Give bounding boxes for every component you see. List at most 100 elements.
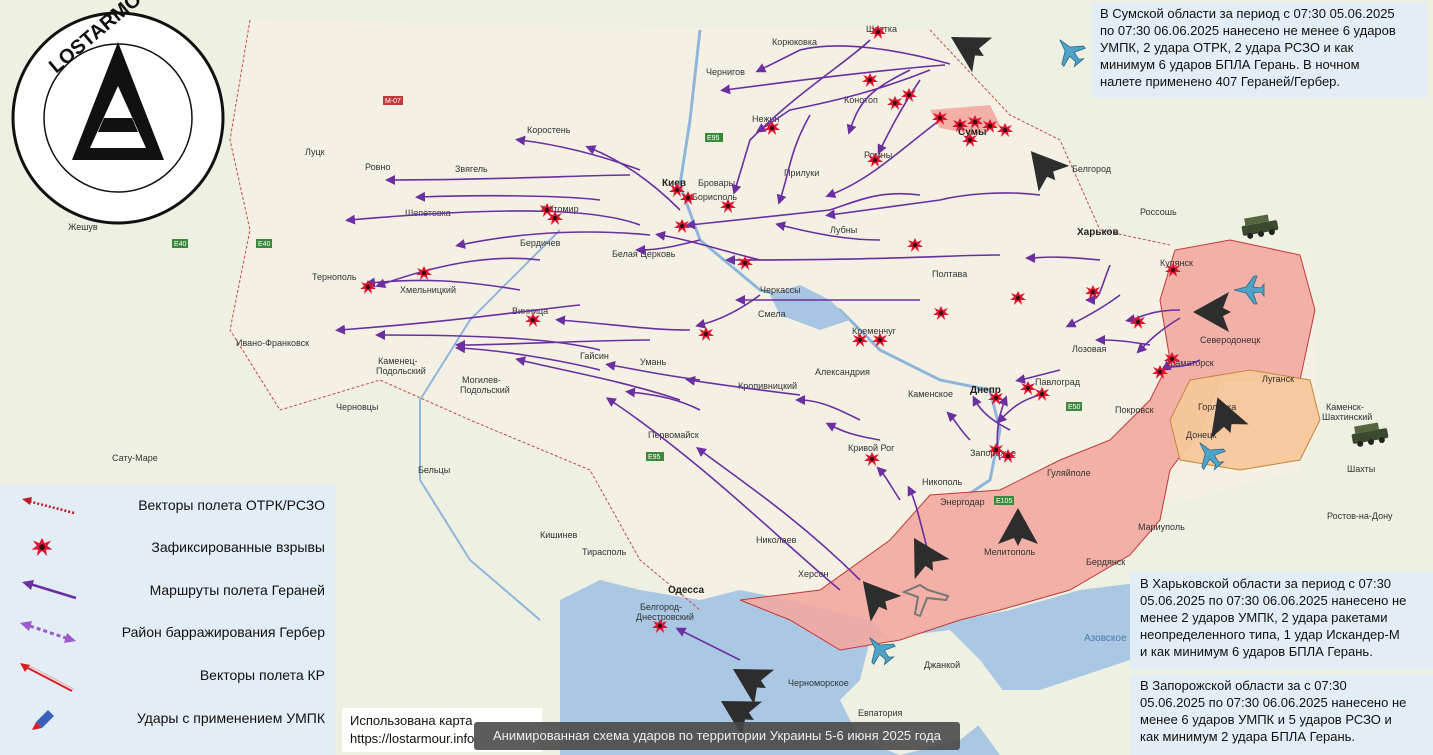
svg-text:Смела: Смела — [758, 309, 786, 319]
svg-text:Павлоград: Павлоград — [1035, 377, 1081, 387]
svg-text:Ивано-Франковск: Ивано-Франковск — [236, 338, 309, 348]
purple-arrow-icon — [22, 580, 77, 600]
svg-text:E40: E40 — [174, 241, 187, 248]
svg-text:Кишинев: Кишинев — [540, 530, 577, 540]
svg-text:Черноморское: Черноморское — [788, 678, 849, 688]
svg-text:Сату-Маре: Сату-Маре — [112, 453, 158, 463]
legend-label: Векторы полета ОТРК/РСЗО — [138, 497, 325, 513]
svg-text:E95: E95 — [707, 135, 720, 142]
kharkiv-info-line: 05.06.2025 по 07:30 06.06.2025 нанесено … — [1140, 593, 1407, 608]
svg-text:Черкассы: Черкассы — [760, 285, 801, 295]
explosion-icon — [31, 537, 53, 557]
svg-text:Шахты: Шахты — [1347, 464, 1375, 474]
svg-text:E50: E50 — [1068, 404, 1081, 411]
svg-text:Никополь: Никополь — [922, 477, 963, 487]
lnr-area — [1169, 369, 1321, 471]
svg-text:Мариуполь: Мариуполь — [1138, 522, 1185, 532]
svg-text:Лубны: Лубны — [830, 225, 857, 235]
zaporozhye-info-line: 05.06.2025 по 07:30 06.06.2025 нанесено … — [1140, 695, 1407, 710]
svg-text:Джанкой: Джанкой — [924, 660, 960, 670]
svg-text:Жешув: Жешув — [68, 222, 98, 232]
zaporozhye-info-box: В Запорожской области за с 07:30 05.06.2… — [1130, 674, 1433, 755]
map-legend: Векторы полета ОТРК/РСЗО Зафиксированные… — [0, 485, 335, 755]
zaporozhye-info-line: В Запорожской области за с 07:30 — [1140, 678, 1347, 693]
svg-text:Лозовая: Лозовая — [1072, 344, 1107, 354]
svg-text:Луганск: Луганск — [1262, 374, 1294, 384]
legend-item-gerbera: Район барражирования Гербер — [0, 617, 335, 647]
bomb-icon — [32, 710, 54, 730]
sumy-info-box: В Сумской области за период с 07:30 05.0… — [1092, 2, 1427, 98]
svg-text:Хмельницкий: Хмельницкий — [400, 285, 456, 295]
svg-text:Тирасполь: Тирасполь — [582, 547, 627, 557]
svg-text:Бровары: Бровары — [698, 178, 735, 188]
svg-text:Евпатория: Евпатория — [858, 708, 903, 718]
kharkiv-info-line: и как минимум 6 ударов БПЛА Герань. — [1140, 644, 1373, 659]
svg-text:Покровск: Покровск — [1115, 405, 1154, 415]
svg-text:Звягель: Звягель — [455, 164, 488, 174]
svg-text:Луцк: Луцк — [305, 147, 325, 157]
svg-text:Черновцы: Черновцы — [336, 402, 378, 412]
svg-text:Каменск-: Каменск- — [1326, 402, 1364, 412]
svg-text:Коростень: Коростень — [527, 125, 571, 135]
svg-text:Кривой Рог: Кривой Рог — [848, 443, 895, 453]
svg-text:Борисполь: Борисполь — [692, 192, 737, 202]
svg-text:Николаев: Николаев — [756, 535, 797, 545]
svg-text:Могилев-: Могилев- — [462, 375, 501, 385]
kharkiv-info-line: В Харьковской области за период с 07:30 — [1140, 576, 1392, 591]
red-arrow-icon — [20, 663, 75, 692]
legend-label: Удары с применением УМПК — [136, 710, 325, 726]
svg-text:Тернополь: Тернополь — [312, 272, 357, 282]
svg-text:Днестровский: Днестровский — [636, 612, 694, 622]
svg-text:Бельцы: Бельцы — [418, 465, 450, 475]
dotted-arrow-icon — [22, 497, 75, 515]
svg-text:Первомайск: Первомайск — [648, 430, 699, 440]
sumy-info-line: налете применено 407 Гераней/Гербер. — [1100, 74, 1341, 89]
svg-text:Азовское: Азовское — [1084, 633, 1127, 644]
svg-text:E95: E95 — [648, 454, 661, 461]
legend-label: Векторы полета КР — [199, 667, 325, 683]
double-arrow-icon — [20, 621, 76, 643]
sumy-info-line: по 07:30 06.06.2025 нанесено не менее 6 … — [1100, 23, 1396, 38]
zaporozhye-info-line: как минимум 2 удара БПЛА Герань. — [1140, 729, 1356, 744]
kharkiv-info-line: менее 2 ударов УМПК, 2 удара ракетами — [1140, 610, 1388, 625]
svg-text:Чернигов: Чернигов — [706, 67, 745, 77]
legend-item-umpk: Удары с применением УМПК — [0, 703, 335, 733]
svg-text:Полтава: Полтава — [932, 269, 967, 279]
sumy-info-line: минимум 6 ударов БПЛА Герань. В ночном — [1100, 57, 1360, 72]
svg-text:Подольский: Подольский — [460, 385, 510, 395]
svg-text:E40: E40 — [258, 241, 271, 248]
svg-text:Ростов-на-Дону: Ростов-на-Дону — [1327, 511, 1393, 521]
svg-text:Россошь: Россошь — [1140, 207, 1177, 217]
legend-item-explosions: Зафиксированные взрывы — [0, 532, 335, 562]
svg-text:Белгород-: Белгород- — [640, 602, 682, 612]
svg-text:Херсон: Херсон — [798, 569, 829, 579]
svg-text:Харьков: Харьков — [1077, 227, 1119, 238]
svg-text:Каменец-: Каменец- — [378, 356, 418, 366]
legend-label: Маршруты полета Гераней — [149, 582, 325, 598]
kharkiv-info-line: неопределенного типа, 1 удар Искандер-М — [1140, 627, 1400, 642]
svg-text:Белгород: Белгород — [1072, 164, 1112, 174]
kharkiv-info-box: В Харьковской области за период с 07:30 … — [1130, 572, 1433, 670]
legend-label: Зафиксированные взрывы — [151, 539, 325, 555]
svg-text:M-07: M-07 — [385, 98, 401, 105]
svg-text:Гайсин: Гайсин — [580, 351, 609, 361]
svg-text:Энергодар: Энергодар — [940, 497, 985, 507]
svg-text:Каменское: Каменское — [908, 389, 953, 399]
svg-text:Подольский: Подольский — [376, 366, 426, 376]
zaporozhye-info-line: менее 6 ударов УМПК и 5 ударов РСЗО и — [1140, 712, 1392, 727]
svg-text:Северодонецк: Северодонецк — [1200, 335, 1260, 345]
svg-text:Александрия: Александрия — [815, 367, 870, 377]
svg-text:Одесса: Одесса — [668, 585, 705, 596]
svg-text:E105: E105 — [996, 498, 1012, 505]
sumy-info-line: УМПК, 2 удара ОТРК, 2 удара РСЗО и как — [1100, 40, 1354, 55]
legend-item-shahed: Маршруты полета Гераней — [0, 575, 335, 605]
svg-text:Шахтинский: Шахтинский — [1322, 412, 1372, 422]
legend-item-otrk: Векторы полета ОТРК/РСЗО — [0, 490, 335, 520]
legend-label: Район барражирования Гербер — [121, 624, 325, 640]
legend-item-cruise: Векторы полета КР — [0, 660, 335, 692]
svg-text:Ровно: Ровно — [365, 162, 390, 172]
svg-text:Бердичев: Бердичев — [520, 238, 561, 248]
svg-text:Гуляйполе: Гуляйполе — [1047, 468, 1091, 478]
svg-text:Мелитополь: Мелитополь — [984, 547, 1036, 557]
svg-text:Кропивницкий: Кропивницкий — [738, 381, 797, 391]
